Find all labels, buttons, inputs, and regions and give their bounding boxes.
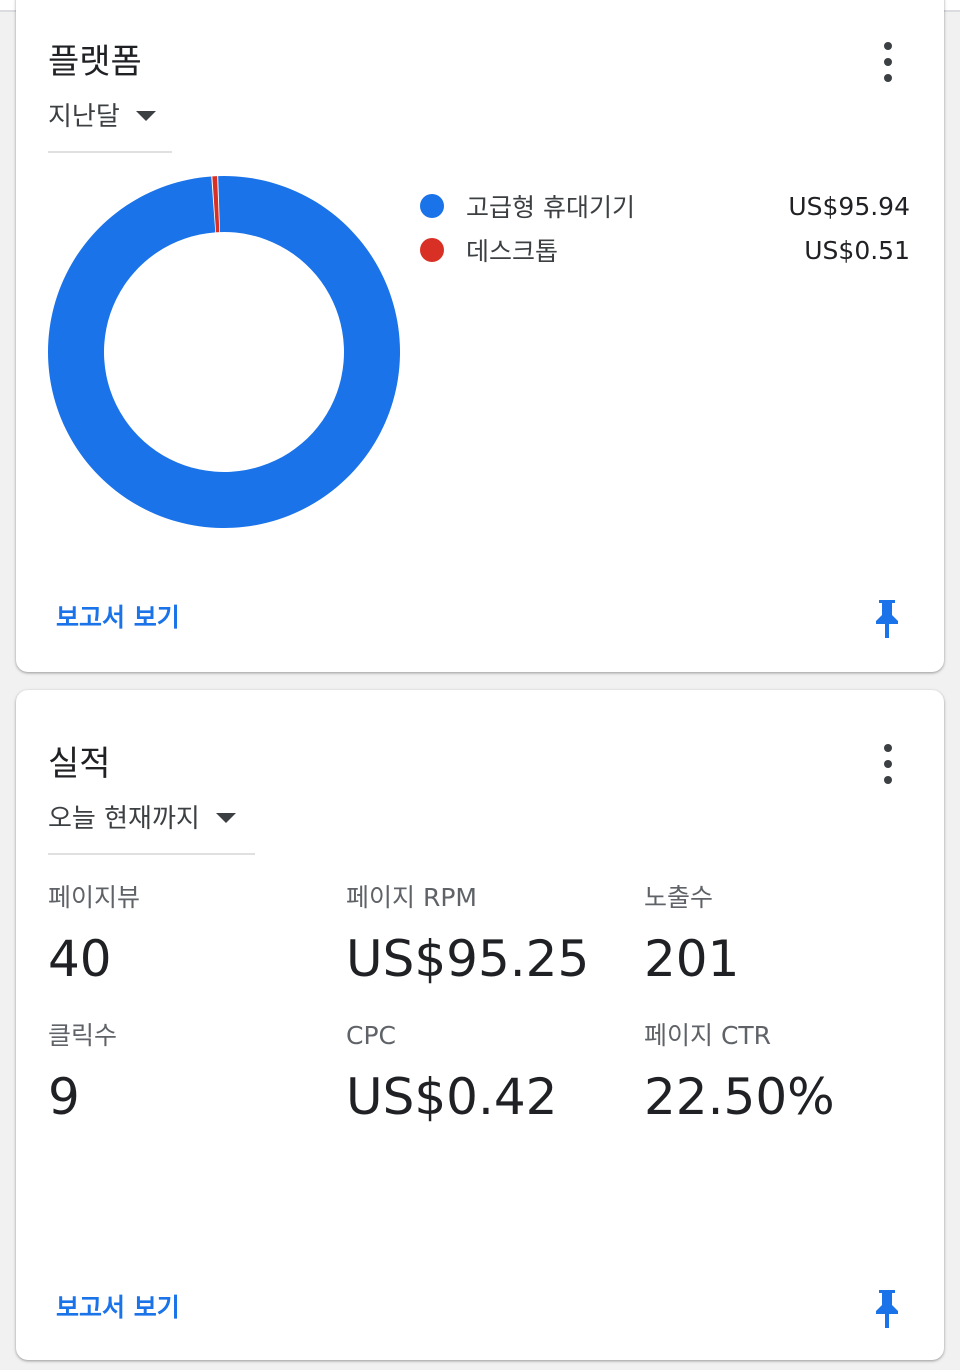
legend-dot [420,194,444,218]
donut-slice-mobile [48,176,400,528]
metric-label: 페이지 RPM [346,883,477,912]
view-report-link[interactable]: 보고서 보기 [56,1288,180,1324]
pin-icon[interactable] [872,598,902,640]
caret-down-icon [215,812,236,823]
period-label: 지난달 [48,102,120,132]
chart-legend: 고급형 휴대기기 US$95.94 데스크톱 US$0.51 [420,184,910,272]
legend-item-desktop: 데스크톱 US$0.51 [420,228,910,272]
period-dropdown[interactable]: 오늘 현재까지 [48,798,255,855]
metric-value: 40 [48,930,112,988]
period-dropdown[interactable]: 지난달 [48,96,172,153]
legend-dot [420,238,444,262]
metric-clicks: 클릭수 9 [48,1018,346,1136]
legend-item-mobile: 고급형 휴대기기 US$95.94 [420,184,910,228]
metric-label: 페이지 CTR [644,1021,772,1050]
metric-label: 페이지뷰 [48,883,141,912]
legend-label: 데스크톱 [466,237,559,266]
caret-down-icon [135,110,156,121]
view-report-link[interactable]: 보고서 보기 [56,598,180,634]
metric-pageviews: 페이지뷰 40 [48,880,346,998]
card-title: 실적 [48,744,111,784]
metric-value: 9 [48,1068,80,1126]
metric-label: CPC [346,1021,396,1050]
metric-impressions: 노출수 201 [644,880,928,998]
metric-page-ctr: 페이지 CTR 22.50% [644,1018,928,1136]
more-options-icon[interactable] [878,42,898,82]
metric-value: 201 [644,930,740,988]
metric-value: US$0.42 [346,1068,558,1126]
card-title: 플랫폼 [48,42,142,82]
more-options-icon[interactable] [878,744,898,784]
legend-label: 고급형 휴대기기 [466,193,635,222]
metric-label: 클릭수 [48,1021,118,1050]
pin-icon[interactable] [872,1288,902,1330]
metric-cpc: CPC US$0.42 [346,1018,644,1136]
legend-value: US$0.51 [804,235,910,265]
metric-value: US$95.25 [346,930,590,988]
period-label: 오늘 현재까지 [48,804,200,834]
metric-page-rpm: 페이지 RPM US$95.25 [346,880,644,998]
metrics-grid: 페이지뷰 40 페이지 RPM US$95.25 노출수 201 클릭수 9 C… [48,880,928,1136]
performance-card: 실적 오늘 현재까지 페이지뷰 40 페이지 RPM US$95.25 노출수 … [16,690,944,1360]
platform-donut-chart [48,176,400,528]
legend-value: US$95.94 [788,191,910,221]
metric-label: 노출수 [644,883,714,912]
metric-value: 22.50% [644,1068,835,1126]
platform-card: 플랫폼 지난달 고급형 휴대기기 US$95.94 데스크톱 US$0.51 보… [16,0,944,672]
